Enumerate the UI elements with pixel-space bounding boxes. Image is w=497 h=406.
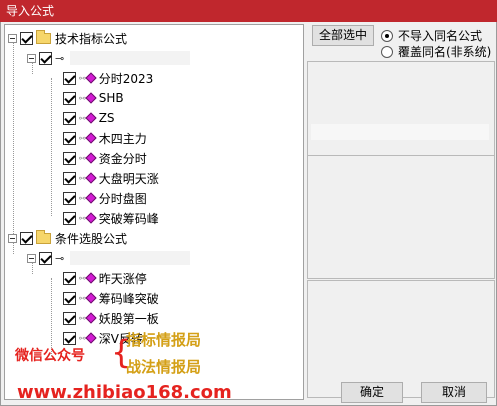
tree-item[interactable]: ⚯ 分时盘图 — [63, 188, 147, 208]
folder-icon — [36, 229, 51, 244]
checkbox[interactable] — [20, 231, 33, 245]
tree-line — [51, 78, 52, 216]
formula-icon: ⚯ — [79, 172, 97, 184]
checkbox[interactable] — [63, 211, 76, 225]
checkbox[interactable] — [63, 271, 76, 285]
tree-item[interactable]: ⚯ 木四主力 — [63, 128, 147, 148]
ok-button[interactable]: 确定 — [341, 382, 403, 403]
tree-item[interactable]: ⚯ ZS — [63, 108, 115, 128]
checkbox[interactable] — [63, 291, 76, 305]
tree-item[interactable]: ⚯ 大盘明天涨 — [63, 168, 159, 188]
select-all-button[interactable]: 全部选中 — [312, 25, 374, 46]
option-label: 覆盖同名(非系统) — [398, 45, 492, 59]
tree-subgroup[interactable]: ⊸ — [27, 248, 191, 268]
formula-icon: ⚯ — [79, 72, 97, 84]
tree-subgroup[interactable]: ⊸ — [27, 48, 191, 68]
radio-selected-icon[interactable] — [381, 29, 393, 42]
collapse-toggle[interactable] — [8, 233, 17, 243]
window-title: 导入公式 — [0, 0, 497, 22]
tree-item[interactable]: ⚯ 突破筹码峰 — [63, 208, 159, 228]
formula-icon: ⚯ — [79, 192, 97, 204]
option-label: 不导入同名公式 — [398, 29, 483, 43]
item-label: SHB — [98, 91, 124, 105]
watermark-url: www.zhibiao168.com — [17, 382, 232, 400]
formula-icon: ⚯ — [79, 212, 97, 224]
option-no-import[interactable]: 不导入同名公式 — [381, 27, 482, 44]
radio-icon[interactable] — [381, 45, 393, 58]
formula-icon: ⚯ — [79, 272, 97, 284]
formula-icon: ⚯ — [79, 332, 97, 344]
checkbox[interactable] — [63, 91, 76, 105]
tree-item[interactable]: ⚯ 昨天涨停 — [63, 268, 147, 288]
checkbox[interactable] — [63, 131, 76, 145]
tree-item[interactable]: ⚯ 资金分时 — [63, 148, 147, 168]
item-label: 分时盘图 — [98, 191, 147, 206]
option-overwrite[interactable]: 覆盖同名(非系统) — [381, 43, 491, 60]
item-label: 资金分时 — [98, 151, 147, 166]
item-label: 筹码峰突破 — [98, 291, 159, 306]
collapse-toggle[interactable] — [27, 53, 36, 63]
group-label: 技术指标公式 — [55, 31, 128, 46]
info-panel-bottom — [307, 280, 495, 398]
key-icon: ⊸ — [55, 251, 65, 265]
checkbox[interactable] — [63, 311, 76, 325]
tree-item[interactable]: ⚯ SHB — [63, 88, 124, 108]
tree-group-technical[interactable]: 技术指标公式 — [8, 28, 127, 48]
item-label: 突破筹码峰 — [98, 211, 159, 226]
item-label: 大盘明天涨 — [98, 171, 159, 186]
checkbox[interactable] — [63, 71, 76, 85]
redacted-label — [70, 251, 191, 265]
watermark-wechat-label: 微信公众号 — [15, 348, 85, 364]
item-label: 昨天涨停 — [98, 271, 147, 286]
redacted-label — [70, 51, 191, 65]
watermark-name-2: 战法情报局 — [126, 358, 202, 376]
formula-icon: ⚯ — [79, 312, 97, 324]
key-icon: ⊸ — [55, 51, 65, 65]
formula-icon: ⚯ — [79, 152, 97, 164]
cancel-button[interactable]: 取消 — [421, 382, 487, 403]
checkbox[interactable] — [63, 191, 76, 205]
tree-item[interactable]: ⚯ 筹码峰突破 — [63, 288, 159, 308]
formula-tree[interactable]: 技术指标公式 ⊸ ⚯ 分时2023 ⚯ SHB ⚯ ZS ⚯ 木四主力 ⚯ 资金… — [4, 24, 304, 400]
checkbox[interactable] — [63, 111, 76, 125]
checkbox[interactable] — [39, 51, 52, 65]
tree-group-screening[interactable]: 条件选股公式 — [8, 228, 127, 248]
tree-line — [13, 38, 14, 254]
watermark-name-1: 指标情报局 — [126, 331, 202, 349]
info-panel-middle — [307, 155, 495, 279]
tree-item[interactable]: ⚯ 分时2023 — [63, 68, 153, 88]
formula-icon: ⚯ — [79, 112, 97, 124]
redacted-field — [311, 124, 489, 140]
dialog-body: 技术指标公式 ⊸ ⚯ 分时2023 ⚯ SHB ⚯ ZS ⚯ 木四主力 ⚯ 资金… — [0, 22, 497, 406]
formula-icon: ⚯ — [79, 92, 97, 104]
checkbox[interactable] — [63, 331, 76, 345]
formula-icon: ⚯ — [79, 292, 97, 304]
collapse-toggle[interactable] — [8, 33, 17, 43]
checkbox[interactable] — [39, 251, 52, 265]
item-label: 木四主力 — [98, 131, 147, 146]
collapse-toggle[interactable] — [27, 253, 36, 263]
checkbox[interactable] — [63, 151, 76, 165]
formula-icon: ⚯ — [79, 132, 97, 144]
item-label: 妖股第一板 — [98, 311, 159, 326]
group-label: 条件选股公式 — [55, 231, 128, 246]
folder-icon — [36, 29, 51, 44]
item-label: 分时2023 — [98, 71, 154, 86]
checkbox[interactable] — [20, 31, 33, 45]
tree-item[interactable]: ⚯ 妖股第一板 — [63, 308, 159, 328]
item-label: ZS — [98, 111, 115, 125]
checkbox[interactable] — [63, 171, 76, 185]
